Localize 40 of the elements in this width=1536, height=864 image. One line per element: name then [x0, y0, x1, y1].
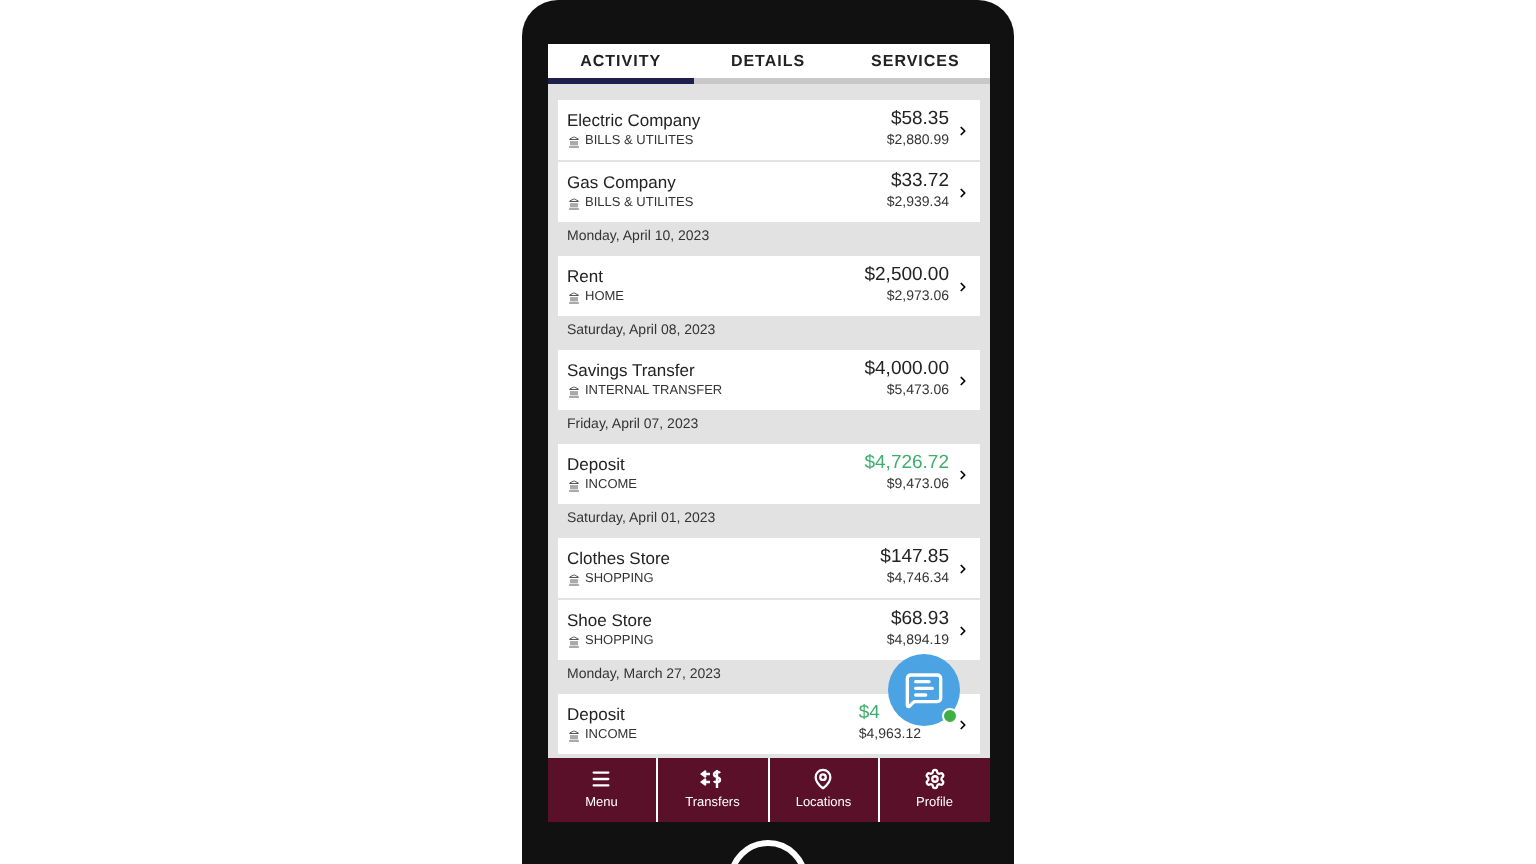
payee-name: Deposit — [567, 453, 627, 476]
tab[interactable]: ACTIVITY — [547, 44, 695, 84]
bank-icon — [567, 729, 579, 741]
amount: $2,500.00 — [864, 263, 949, 288]
amount: $58.35 — [890, 107, 949, 132]
amount: $4 — [858, 701, 880, 726]
payee-name: Shoe Store — [567, 609, 655, 632]
payee-name: Deposit — [567, 703, 627, 726]
chevron-right-icon — [955, 373, 969, 387]
chevron-right-icon — [955, 123, 969, 137]
bank-icon — [567, 635, 579, 647]
amount: $4,000.00 — [864, 357, 949, 382]
payee-name: Clothes Store — [567, 547, 672, 570]
chevron-right-icon — [955, 561, 969, 575]
chevron-right-icon — [955, 717, 969, 731]
amount: $147.85 — [880, 545, 949, 570]
payee-name: Savings Transfer — [567, 359, 697, 382]
chevron-right-icon — [955, 467, 969, 481]
amount: $33.72 — [890, 169, 949, 194]
chevron-right-icon — [955, 185, 969, 199]
menu-icon — [590, 767, 613, 790]
amount: $4,726.72 — [864, 451, 949, 476]
tab[interactable]: DETAILS — [694, 44, 842, 78]
bank-icon — [567, 479, 579, 491]
payee-name: Gas Company — [567, 171, 678, 194]
amount: $68.93 — [890, 607, 949, 632]
tab[interactable]: SERVICES — [841, 44, 989, 78]
bank-icon — [567, 135, 579, 147]
transfer-arrows-dollar-icon — [700, 767, 725, 790]
chat-icon — [903, 670, 943, 710]
settings-icon — [923, 767, 946, 790]
bank-icon — [567, 385, 579, 397]
location-pin-icon — [812, 767, 835, 790]
payee-name: Rent — [567, 265, 605, 288]
payee-name: Electric Company — [567, 109, 703, 132]
bank-icon — [567, 291, 579, 303]
chevron-right-icon — [955, 279, 969, 293]
bank-icon — [567, 197, 579, 209]
chevron-right-icon — [955, 623, 969, 637]
bank-icon — [567, 573, 579, 585]
